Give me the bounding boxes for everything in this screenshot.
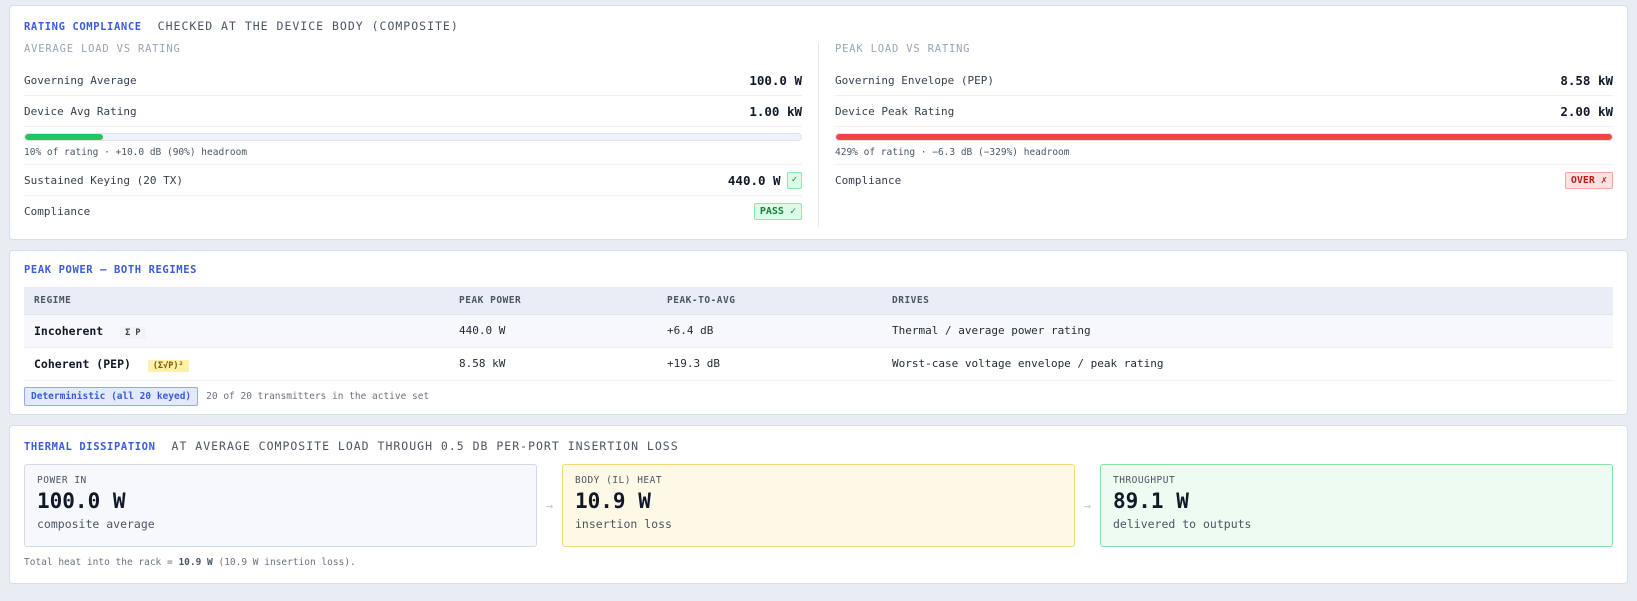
- body-heat-label: BODY (IL) HEAT: [575, 475, 663, 486]
- table-header-row: REGIME PEAK POWER PEAK-TO-AVG DRIVES: [24, 287, 1613, 315]
- throughput-desc: delivered to outputs: [1113, 517, 1252, 531]
- peak-to-avg-cell: +19.3 dB: [657, 347, 882, 381]
- average-compliance-row: Compliance PASS ✓: [24, 196, 802, 227]
- governing-average-row: Governing Average 100.0 W: [24, 65, 802, 96]
- average-bar-fill: [25, 134, 103, 140]
- column-header-drives: DRIVES: [882, 287, 1613, 315]
- thermal-header: THERMAL DISSIPATION AT AVERAGE COMPOSITE…: [24, 439, 1613, 453]
- regime-name: Coherent (PEP): [34, 356, 131, 371]
- governing-envelope-row: Governing Envelope (PEP) 8.58 kW: [835, 65, 1613, 96]
- sustained-keying-value: 440.0 W: [727, 172, 781, 188]
- power-flow: POWER IN 100.0 W composite average → BOD…: [24, 464, 1613, 547]
- total-heat-line: Total heat into the rack = 10.9 W (10.9 …: [24, 557, 1613, 568]
- deterministic-mode-button[interactable]: Deterministic (all 20 keyed): [24, 386, 199, 406]
- throughput-box: THROUGHPUT 89.1 W delivered to outputs: [1100, 464, 1613, 547]
- device-peak-rating-value: 2.00 kW: [1560, 103, 1613, 119]
- peak-power-table: REGIME PEAK POWER PEAK-TO-AVG DRIVES Inc…: [24, 287, 1613, 381]
- rating-header: RATING COMPLIANCE CHECKED AT THE DEVICE …: [24, 19, 1613, 33]
- peak-power-title: PEAK POWER — BOTH REGIMES: [24, 264, 198, 276]
- average-compliance-label: Compliance: [24, 205, 91, 218]
- check-icon: ✓: [786, 171, 802, 189]
- column-header-regime: REGIME: [24, 287, 449, 315]
- governing-average-label: Governing Average: [24, 73, 137, 87]
- peak-bar-fill: [836, 134, 1612, 140]
- throughput-value: 89.1 W: [1113, 489, 1189, 513]
- device-avg-rating-value: 1.00 kW: [749, 103, 802, 119]
- regime-name: Incoherent: [34, 323, 104, 338]
- average-load-panel: AVERAGE LOAD VS RATING Governing Average…: [24, 43, 819, 227]
- peak-power-cell: 8.58 kW: [449, 347, 657, 381]
- regime-cell: Incoherent Σ P: [24, 314, 449, 348]
- peak-compliance-label: Compliance: [835, 174, 902, 187]
- pass-badge: PASS ✓: [753, 203, 802, 220]
- peak-usage-bar: 429% of rating · −6.3 dB (−329%) headroo…: [835, 127, 1613, 165]
- peak-compliance-row: Compliance OVER ✗: [835, 165, 1613, 196]
- column-header-peak-power: PEAK POWER: [449, 287, 657, 315]
- total-heat-value: 10.9 W: [178, 557, 213, 568]
- sustained-keying-row: Sustained Keying (20 TX) 440.0 W ✓: [24, 165, 802, 196]
- arrow-right-icon: →: [545, 498, 554, 513]
- total-heat-suffix: (10.9 W insertion loss).: [212, 557, 356, 568]
- column-header-peak-to-avg: PEAK-TO-AVG: [657, 287, 882, 315]
- peak-bar-track: [835, 133, 1613, 141]
- device-avg-rating-label: Device Avg Rating: [24, 104, 137, 118]
- formula-tag: Σ P: [120, 326, 146, 339]
- peak-power-card: PEAK POWER — BOTH REGIMES REGIME PEAK PO…: [9, 250, 1628, 415]
- table-row: Coherent (PEP) (Σ√P)² 8.58 kW +19.3 dB W…: [24, 347, 1613, 381]
- device-avg-rating-row: Device Avg Rating 1.00 kW: [24, 96, 802, 127]
- mode-line: Deterministic (all 20 keyed) 20 of 20 tr…: [24, 386, 1613, 406]
- table-row: Incoherent Σ P 440.0 W +6.4 dB Thermal /…: [24, 314, 1613, 348]
- sustained-keying-label: Sustained Keying (20 TX): [24, 173, 183, 187]
- body-heat-box: BODY (IL) HEAT 10.9 W insertion loss: [562, 464, 1075, 547]
- regime-cell: Coherent (PEP) (Σ√P)²: [24, 347, 449, 381]
- power-in-box: POWER IN 100.0 W composite average: [24, 464, 537, 547]
- thermal-title: THERMAL DISSIPATION: [24, 441, 156, 453]
- thermal-dissipation-card: THERMAL DISSIPATION AT AVERAGE COMPOSITE…: [9, 425, 1628, 584]
- device-peak-rating-label: Device Peak Rating: [835, 104, 955, 118]
- body-heat-value: 10.9 W: [575, 489, 651, 513]
- sustained-keying-value-group: 440.0 W ✓: [727, 171, 802, 189]
- over-badge: OVER ✗: [1564, 172, 1613, 189]
- peak-power-cell: 440.0 W: [449, 314, 657, 348]
- drives-cell: Worst-case voltage envelope / peak ratin…: [882, 347, 1613, 381]
- peak-power-header: PEAK POWER — BOTH REGIMES: [24, 264, 1613, 276]
- power-in-desc: composite average: [37, 517, 155, 531]
- drives-cell: Thermal / average power rating: [882, 314, 1613, 348]
- power-in-label: POWER IN: [37, 475, 87, 486]
- peak-panel-title: PEAK LOAD VS RATING: [835, 43, 971, 55]
- arrow-right-icon: →: [1083, 498, 1092, 513]
- thermal-subtitle: AT AVERAGE COMPOSITE LOAD THROUGH 0.5 DB…: [171, 439, 679, 453]
- power-in-value: 100.0 W: [37, 489, 126, 513]
- device-peak-rating-row: Device Peak Rating 2.00 kW: [835, 96, 1613, 127]
- peak-to-avg-cell: +6.4 dB: [657, 314, 882, 348]
- peak-load-panel: PEAK LOAD VS RATING Governing Envelope (…: [819, 43, 1613, 227]
- peak-bar-caption: 429% of rating · −6.3 dB (−329%) headroo…: [835, 147, 1070, 158]
- formula-tag: (Σ√P)²: [147, 359, 189, 372]
- rating-compliance-card: RATING COMPLIANCE CHECKED AT THE DEVICE …: [9, 5, 1628, 240]
- governing-envelope-label: Governing Envelope (PEP): [835, 73, 994, 87]
- rating-title: RATING COMPLIANCE: [24, 21, 142, 33]
- total-heat-prefix: Total heat into the rack =: [24, 557, 179, 568]
- governing-average-value: 100.0 W: [749, 72, 802, 88]
- average-usage-bar: 10% of rating · +10.0 dB (90%) headroom: [24, 127, 802, 165]
- throughput-label: THROUGHPUT: [1113, 475, 1176, 486]
- average-panel-title: AVERAGE LOAD VS RATING: [24, 43, 181, 55]
- body-heat-desc: insertion loss: [575, 517, 672, 531]
- governing-envelope-value: 8.58 kW: [1560, 72, 1613, 88]
- active-set-note: 20 of 20 transmitters in the active set: [206, 390, 430, 402]
- average-bar-caption: 10% of rating · +10.0 dB (90%) headroom: [24, 147, 248, 158]
- average-bar-track: [24, 133, 802, 141]
- rating-subtitle: CHECKED AT THE DEVICE BODY (COMPOSITE): [157, 19, 459, 33]
